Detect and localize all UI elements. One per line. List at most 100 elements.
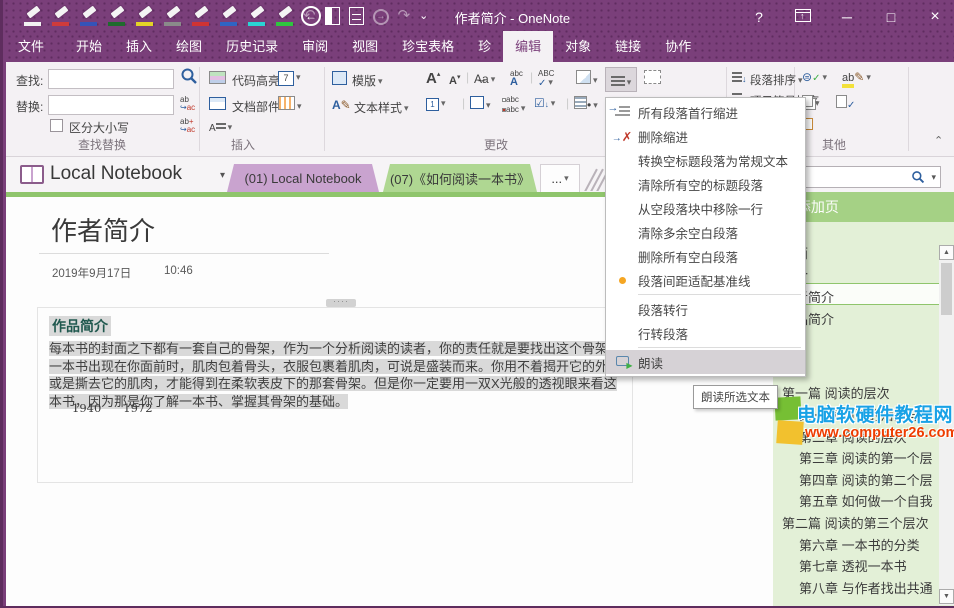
tab-review[interactable]: 审阅: [290, 31, 340, 62]
paragraph-sort-icon[interactable]: ↓: [732, 71, 747, 85]
scroll-up-icon[interactable]: ▲: [939, 245, 954, 260]
menu-item-clear-empty-headings[interactable]: 清除所有空的标题段落: [606, 172, 805, 196]
note-body[interactable]: 每本书的封面之下都有一套自己的骨架，作为一个分析阅读的读者，你的责任就是要找出这…: [49, 340, 627, 410]
page-view-icon[interactable]: [325, 7, 340, 25]
menu-item-convert-empty-heading[interactable]: 转换空标题段落为常规文本: [606, 148, 805, 172]
minimize-button[interactable]: ─: [825, 9, 869, 25]
pen-gray-icon[interactable]: [161, 5, 185, 29]
section-tab-local-notebook[interactable]: (01) Local Notebook: [227, 164, 379, 192]
page-title[interactable]: 作者简介: [51, 211, 155, 248]
pen-red2-icon[interactable]: [189, 5, 213, 29]
note-container[interactable]: ···· 作品简介 每本书的封面之下都有一套自己的骨架，作为一个分析阅读的读者，…: [37, 307, 633, 483]
page-item[interactable]: 第六章 一本书的分类: [799, 535, 920, 554]
bullet-box-icon[interactable]: •: [574, 96, 598, 112]
border-icon[interactable]: [470, 96, 491, 112]
replace-text-icon[interactable]: abcabc: [502, 96, 525, 114]
text-style-button[interactable]: 文本样式: [354, 99, 409, 116]
search-icon[interactable]: [180, 67, 198, 85]
tab-view[interactable]: 视图: [340, 31, 390, 62]
pen-yellow-icon[interactable]: [133, 5, 157, 29]
document-parts-icon[interactable]: [209, 97, 226, 113]
code-highlight-icon[interactable]: [209, 71, 226, 87]
replace-input[interactable]: [48, 95, 174, 115]
spellcheck-icon[interactable]: ABC✓: [538, 70, 554, 88]
forward-icon[interactable]: →: [373, 9, 389, 25]
page-item[interactable]: 第三章 阅读的第一个层: [799, 448, 933, 467]
pen-red-icon[interactable]: [49, 5, 73, 29]
highlight-abc-icon[interactable]: ab✎: [842, 70, 871, 84]
tab-insert[interactable]: 插入: [114, 31, 164, 62]
replace-icon[interactable]: ab↪ac: [180, 96, 195, 112]
scrollbar-thumb[interactable]: [941, 263, 952, 315]
collapse-ribbon-icon[interactable]: ⌃: [934, 134, 943, 147]
undo-icon[interactable]: ↶: [303, 5, 316, 27]
tab-draw[interactable]: 绘图: [164, 31, 214, 62]
list-view-icon[interactable]: [349, 7, 364, 25]
page-item[interactable]: 第七章 透视一本书: [799, 556, 907, 575]
menu-item-clear-extra-blank-paragraphs[interactable]: 清除多余空白段落: [606, 220, 805, 244]
section-tab-how-to-read[interactable]: (07)《如何阅读一本书》: [383, 164, 537, 192]
tab-collaborate[interactable]: 协作: [653, 31, 703, 62]
tab-edit[interactable]: 编辑: [503, 31, 553, 62]
insert-table-icon[interactable]: [278, 96, 302, 113]
page-item[interactable]: 第二篇 阅读的第三个层次: [782, 513, 929, 532]
menu-item-remove-line-from-empty-block[interactable]: 从空段落块中移除一行: [606, 196, 805, 220]
page-item[interactable]: 第五章 如何做一个自我: [799, 491, 933, 510]
web-check-icon[interactable]: ⊜✓: [802, 70, 827, 84]
code-highlight-button[interactable]: 代码高亮: [232, 72, 280, 89]
change-case-icon[interactable]: A̶a: [474, 72, 495, 86]
pen-white-icon[interactable]: [21, 5, 45, 29]
tab-home[interactable]: 开始: [64, 31, 114, 62]
notebook-selector[interactable]: Local Notebook: [50, 163, 182, 185]
shrink-font-icon[interactable]: A▾: [449, 73, 460, 87]
pen-cyan-icon[interactable]: [245, 5, 269, 29]
paragraph-tools-button[interactable]: [605, 67, 637, 92]
search-icon[interactable]: [911, 170, 925, 184]
tab-history[interactable]: 历史记录: [214, 31, 290, 62]
tab-gem-table[interactable]: 珍宝表格: [390, 31, 466, 62]
menu-item-paragraph-to-line[interactable]: 段落转行: [606, 297, 805, 321]
notebook-dropdown-icon[interactable]: ▾: [220, 170, 225, 181]
paragraph-sort-button[interactable]: 段落排序: [750, 72, 803, 88]
scroll-down-icon[interactable]: ▼: [939, 589, 954, 604]
template-button[interactable]: 模版: [352, 72, 383, 89]
tab-links[interactable]: 链接: [603, 31, 653, 62]
pen-darkgreen-icon[interactable]: [105, 5, 129, 29]
close-button[interactable]: ×: [913, 8, 954, 26]
tab-object[interactable]: 对象: [553, 31, 603, 62]
clear-format-icon[interactable]: abcA: [510, 70, 523, 87]
menu-item-indent-all-paragraphs[interactable]: 所有段落首行缩进: [606, 100, 805, 124]
menu-item-remove-indent[interactable]: →✗删除缩进: [606, 124, 805, 148]
redo-icon[interactable]: ↷: [398, 5, 411, 27]
dashed-box-icon[interactable]: [644, 70, 661, 87]
help-button[interactable]: ?: [737, 9, 781, 25]
pen-green-icon[interactable]: [273, 5, 297, 29]
line-style-icon[interactable]: A: [209, 120, 232, 134]
ribbon-display-options-button[interactable]: [781, 9, 825, 25]
qat-customize-icon[interactable]: ⌄: [419, 5, 428, 27]
text-style-icon[interactable]: A✎: [332, 98, 351, 112]
checkbox-move-icon[interactable]: ☑↓: [534, 96, 555, 110]
more-sections-button[interactable]: ...: [540, 164, 580, 192]
calendar-7-icon[interactable]: 7: [278, 70, 301, 86]
page-item[interactable]: 第八章 与作者找出共通: [799, 578, 933, 597]
find-input[interactable]: [48, 69, 174, 89]
tab-file[interactable]: 文件: [6, 31, 56, 62]
grow-font-icon[interactable]: A▴: [426, 70, 440, 87]
menu-item-spacing-fit-baseline[interactable]: 段落间距适配基准线: [606, 268, 805, 292]
match-case-checkbox[interactable]: [50, 119, 63, 132]
note-drag-handle[interactable]: ····: [326, 299, 356, 307]
pen-blue2-icon[interactable]: [217, 5, 241, 29]
menu-item-line-to-paragraph[interactable]: 行转段落: [606, 321, 805, 345]
tab-gem[interactable]: 珍: [466, 31, 503, 62]
pen-blue-icon[interactable]: [77, 5, 101, 29]
replace-all-icon[interactable]: ab+↪ac: [180, 118, 195, 134]
numbering-icon[interactable]: 1: [426, 96, 446, 111]
document-parts-button[interactable]: 文档部件: [232, 98, 280, 115]
search-scope-dropdown-icon[interactable]: ▾: [931, 172, 936, 183]
menu-item-delete-all-blank-paragraphs[interactable]: 删除所有空白段落: [606, 244, 805, 268]
menu-item-read-aloud[interactable]: 朗读: [606, 350, 805, 374]
doc-check-icon[interactable]: ✓: [836, 95, 855, 111]
template-icon[interactable]: [332, 71, 347, 88]
page-item[interactable]: 第四章 阅读的第二个层: [799, 470, 933, 489]
